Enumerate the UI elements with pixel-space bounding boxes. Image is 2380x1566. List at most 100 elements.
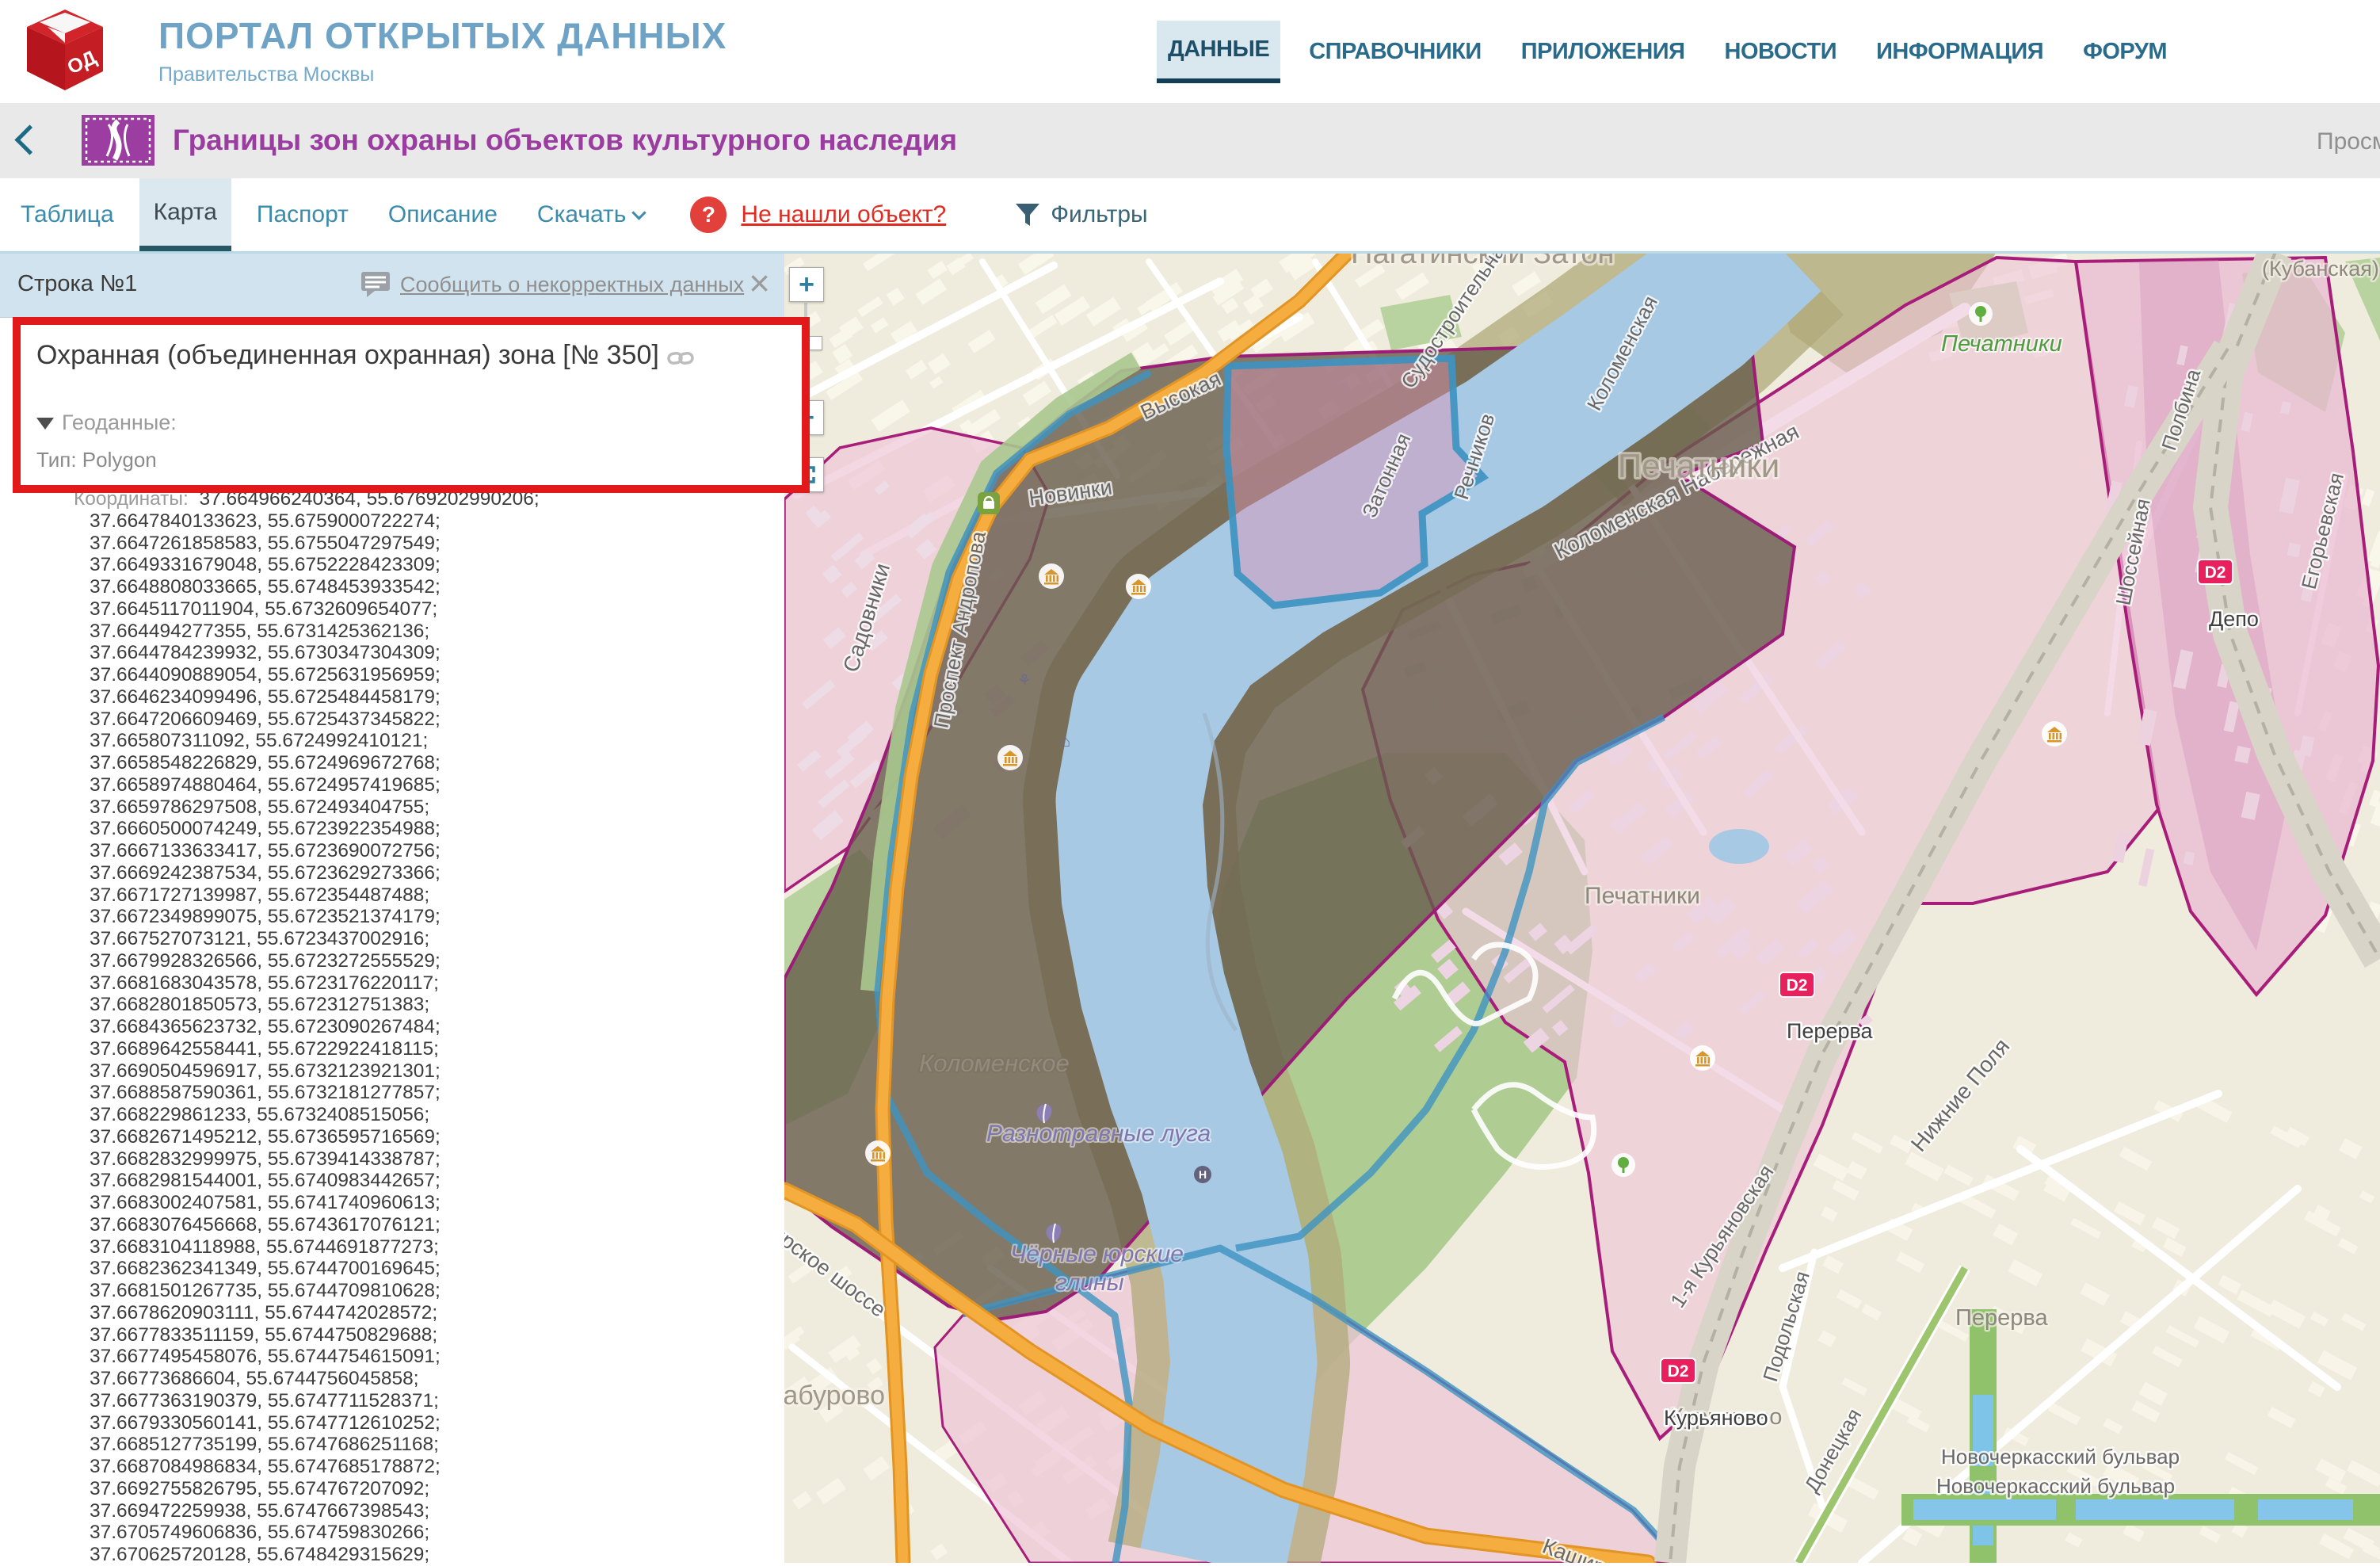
dataset-icon <box>82 115 154 166</box>
tab-label: Описание <box>388 201 498 228</box>
coordinate-row: 37.664494277355, 55.6731425362136; <box>74 621 540 643</box>
coordinate-row: 37.6669242387534, 55.6723629273366; <box>74 862 540 884</box>
coordinate-row: 37.6683104118988, 55.6744691877273; <box>74 1236 540 1259</box>
coordinate-row: 37.6644784239932, 55.6730347304309; <box>74 642 540 664</box>
coordinate-row: 37.6685127735199, 55.6747686251168; <box>74 1434 540 1456</box>
helipad-icon: H <box>1194 1166 1211 1183</box>
help-badge[interactable]: ? <box>690 197 727 233</box>
dataset-tabs: Таблица Карта Паспорт Описание Скачать ? Не … <box>0 178 2380 251</box>
nav-item-5[interactable]: ИНФОРМАЦИЯ <box>1865 23 2054 81</box>
nav-item-4[interactable]: НОВОСТИ <box>1714 23 1848 81</box>
geodata-toggle[interactable]: Геоданные: <box>36 411 786 435</box>
tree-icon <box>1611 1153 1635 1177</box>
tab-5[interactable]: Скачать <box>523 178 659 251</box>
coordinate-row: 37.6684365623732, 55.6723090267484; <box>74 1016 540 1038</box>
coordinate-row: 37.6647840133623, 55.6759000722274; <box>74 510 540 533</box>
coordinate-row: 37.6677833511159, 55.6744750829688; <box>74 1324 540 1346</box>
coordinate-row: 37.6671727139987, 55.672354487488; <box>74 884 540 907</box>
tab-label: Карта <box>154 199 217 226</box>
not-found-link[interactable]: Не нашли объект? <box>741 178 946 251</box>
coordinate-row: 37.6648808033665, 55.6748453933542; <box>74 576 540 598</box>
coordinate-row: 37.6681501267735, 55.6744709810628; <box>74 1280 540 1302</box>
row-title: Строка №1 <box>17 271 137 297</box>
report-link-label: Сообщить о некорректных данных <box>400 273 744 297</box>
zone-title: Охранная (объединенная охранная) зона [№… <box>36 340 659 370</box>
coordinate-row: 37.66773686604, 55.6744756045858; <box>74 1368 540 1390</box>
nav-item-2[interactable]: СПРАВОЧНИКИ <box>1298 23 1493 81</box>
coordinate-row: 37.6646234099496, 55.6725484458179; <box>74 686 540 709</box>
d2-badge: D2 <box>2205 563 2226 582</box>
highlighted-zone-card: Охранная (объединенная охранная) зона [№… <box>13 317 810 493</box>
coordinate-row: 37.6682362341349, 55.6744700169645; <box>74 1258 540 1280</box>
filters-button[interactable]: Фильтры <box>1014 178 1147 251</box>
nav-item-1[interactable]: ДАННЫЕ <box>1157 21 1280 83</box>
zoom-in-button[interactable]: + <box>789 267 824 302</box>
coordinate-row: 37.6659786297508, 55.672493404755; <box>74 796 540 819</box>
tab-2[interactable]: Карта <box>139 178 231 251</box>
coordinate-row: 37.6679928326566, 55.6723272555529; <box>74 950 540 972</box>
app-header: ОД ПОРТАЛ ОТКРЫТЫХ ДАННЫХ Правительства … <box>0 0 2380 103</box>
map-label: Печатники <box>1941 331 2062 357</box>
map-label: Москворечье-Сабурово <box>784 1381 885 1411</box>
page-title: Границы зон охраны объектов культурного … <box>173 124 957 157</box>
map-label: Разнотравные луга <box>986 1121 1211 1147</box>
coordinate-row: 37.6678620903111, 55.6744742028572; <box>74 1302 540 1324</box>
coordinate-row: 37.6681683043578, 55.6723176220117; <box>74 972 540 995</box>
nav-item-6[interactable]: ФОРУМ <box>2072 23 2178 81</box>
portal-subtitle: Правительства Москвы <box>158 63 727 86</box>
geometry-type: Тип: Polygon <box>36 448 786 472</box>
coordinate-row: 37.6683002407581, 55.6741740960613; <box>74 1192 540 1214</box>
svg-text:H: H <box>1199 1168 1207 1181</box>
main-nav: ДАННЫЕ СПРАВОЧНИКИ ПРИЛОЖЕНИЯ НОВОСТИ ИНФОРМ… <box>1157 0 2195 103</box>
tab-3[interactable]: Паспорт <box>242 178 363 251</box>
feature-panel-header: Строка №1 Сообщить о некорректных данных… <box>0 254 784 318</box>
coordinate-row: 37.6647261858583, 55.6755047297549; <box>74 533 540 555</box>
chevron-down-icon <box>632 205 646 220</box>
map-container[interactable]: H⚘⌂ Нагатинский ЗатонЛюблино(Кубанская)В… <box>784 254 2380 1563</box>
museum-icon <box>865 1140 891 1166</box>
feature-panel: Строка №1 Сообщить о некорректных данных… <box>0 254 784 1563</box>
station-name: Курьяново <box>1664 1406 1768 1430</box>
map-label: Коломенское <box>919 1049 1070 1077</box>
tab-4[interactable]: Описание <box>374 178 512 251</box>
coordinate-row: 37.665807311092, 55.6724992410121; <box>74 730 540 752</box>
portal-title: ПОРТАЛ ОТКРЫТЫХ ДАННЫХ <box>158 14 727 57</box>
tab-label: Паспорт <box>257 201 349 228</box>
map-label: (Кубанская) <box>2262 257 2379 281</box>
geodata-label: Геоданные: <box>62 411 177 434</box>
map-label: Люблино <box>2275 254 2365 255</box>
coordinate-row: 37.6658548226829, 55.6724969672768; <box>74 752 540 774</box>
coordinate-row: 37.667527073121, 55.6723437002916; <box>74 928 540 950</box>
coordinate-row: 37.6645117011904, 55.6732609654077; <box>74 598 540 621</box>
comment-bubble-icon <box>360 271 391 298</box>
coordinate-row: 37.6705749606836, 55.674759830266; <box>74 1522 540 1544</box>
map-label: глины <box>1055 1270 1124 1296</box>
map-label: Перерва <box>1955 1305 2048 1331</box>
coordinate-row: 37.6689642558441, 55.6722922418115; <box>74 1038 540 1060</box>
nav-item-3[interactable]: ПРИЛОЖЕНИЯ <box>1510 23 1696 81</box>
filter-funnel-icon <box>1014 201 1041 228</box>
map-canvas[interactable]: H⚘⌂ Нагатинский ЗатонЛюблино(Кубанская)В… <box>784 254 2380 1563</box>
coordinate-row: 37.6672349899075, 55.6723521374179; <box>74 906 540 928</box>
coordinate-row: 37.6658974880464, 55.6724957419685; <box>74 774 540 796</box>
museum-icon <box>997 745 1023 770</box>
museum-icon <box>1690 1045 1715 1071</box>
tab-1[interactable]: Таблица <box>6 178 128 251</box>
collapse-triangle-icon <box>36 418 54 430</box>
coordinate-row: 37.6682671495212, 55.6736595716569; <box>74 1126 540 1148</box>
portal-logo-icon[interactable]: ОД <box>24 8 107 94</box>
coordinate-row: 37.6677363190379, 55.6747711528371; <box>74 1390 540 1412</box>
tab-label: Скачать <box>537 201 627 228</box>
coordinates-list: Координаты: 37.664966240364, 55.67692029… <box>74 488 540 1566</box>
map-label: Новочеркасский бульвар <box>1941 1445 2180 1469</box>
dataset-titlebar: Границы зон охраны объектов культурного … <box>0 103 2380 179</box>
report-incorrect-data-link[interactable]: Сообщить о некорректных данных <box>360 271 744 298</box>
back-button[interactable] <box>14 124 44 155</box>
map-label: Чёрные юрские <box>1010 1241 1184 1267</box>
brand[interactable]: ПОРТАЛ ОТКРЫТЫХ ДАННЫХ Правительства Мос… <box>158 14 727 86</box>
permalink-icon[interactable] <box>667 349 694 371</box>
close-panel-button[interactable]: × <box>749 262 770 304</box>
filters-label: Фильтры <box>1051 201 1147 228</box>
coordinate-row: 37.6690504596917, 55.6732123921301; <box>74 1060 540 1083</box>
coordinate-row: 37.6647206609469, 55.6725437345822; <box>74 709 540 731</box>
